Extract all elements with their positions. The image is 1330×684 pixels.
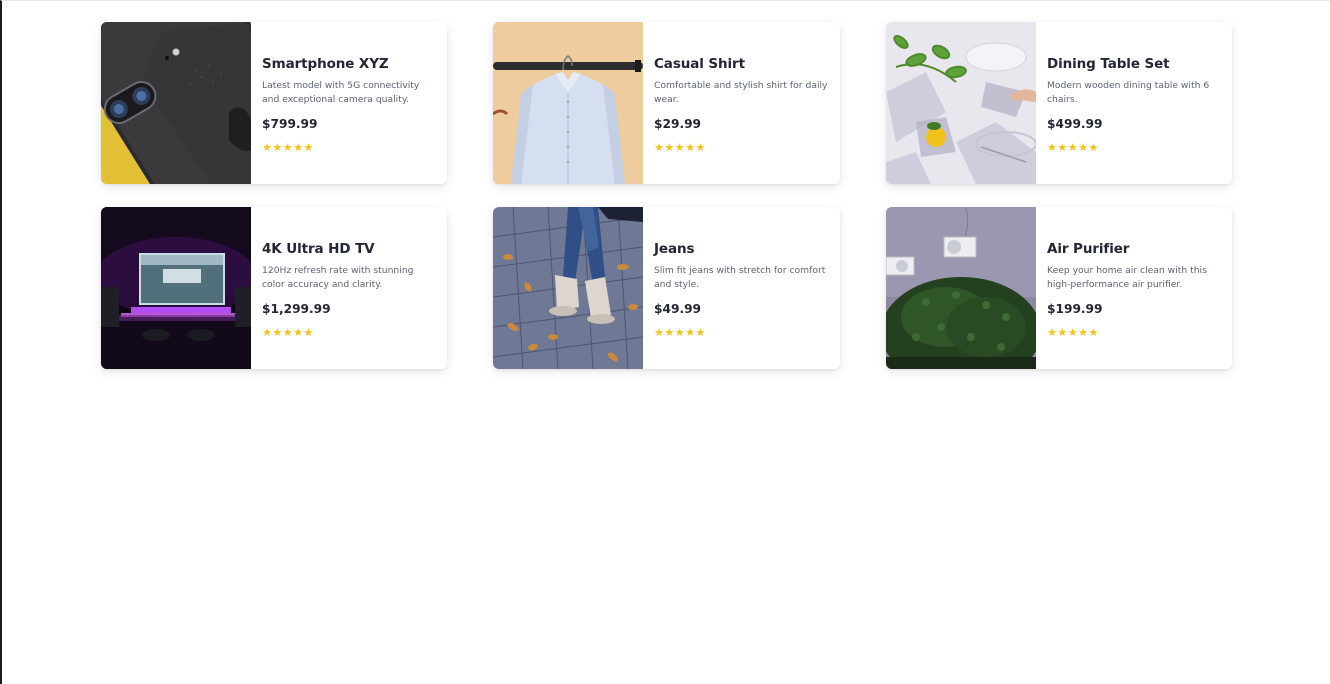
product-info: Air Purifier Keep your home air clean wi… [1036, 207, 1232, 369]
product-price: $1,299.99 [262, 302, 331, 316]
product-info: Dining Table Set Modern wooden dining ta… [1036, 22, 1232, 184]
product-price: $199.99 [1047, 302, 1103, 316]
product-image-air-purifier[interactable] [886, 207, 1036, 369]
product-image-smartphone[interactable] [101, 22, 251, 184]
product-image-jeans[interactable] [493, 207, 643, 369]
product-info: Casual Shirt Comfortable and stylish shi… [643, 22, 840, 184]
star-rating-icon: ★★★★★ [1047, 141, 1099, 154]
product-name[interactable]: Smartphone XYZ [262, 55, 437, 73]
tv-photo-icon [101, 207, 251, 369]
product-card[interactable]: Casual Shirt Comfortable and stylish shi… [493, 22, 840, 184]
jeans-photo-icon [493, 207, 643, 369]
star-rating-icon: ★★★★★ [654, 326, 706, 339]
smartphone-photo-icon [101, 22, 251, 184]
product-price: $49.99 [654, 302, 702, 316]
star-rating-icon: ★★★★★ [654, 141, 706, 154]
product-card[interactable]: 4K Ultra HD TV 120Hz refresh rate with s… [101, 207, 447, 369]
product-name[interactable]: Casual Shirt [654, 55, 830, 73]
product-card[interactable]: Smartphone XYZ Latest model with 5G conn… [101, 22, 447, 184]
product-description: Modern wooden dining table with 6 chairs… [1047, 80, 1210, 105]
product-description: 120Hz refresh rate with stunning color a… [262, 265, 414, 290]
product-info: 4K Ultra HD TV 120Hz refresh rate with s… [251, 207, 447, 369]
product-grid: Smartphone XYZ Latest model with 5G conn… [101, 22, 1232, 369]
star-rating-icon: ★★★★★ [1047, 326, 1099, 339]
product-description: Keep your home air clean with this high-… [1047, 265, 1207, 290]
product-card[interactable]: Dining Table Set Modern wooden dining ta… [886, 22, 1232, 184]
product-description: Latest model with 5G connectivity and ex… [262, 80, 420, 105]
product-price: $29.99 [654, 117, 702, 131]
product-name[interactable]: 4K Ultra HD TV [262, 240, 437, 258]
product-description: Comfortable and stylish shirt for daily … [654, 80, 828, 105]
product-image-dining-table[interactable] [886, 22, 1036, 184]
product-price: $499.99 [1047, 117, 1103, 131]
air-purifier-photo-icon [886, 207, 1036, 369]
dining-table-photo-icon [886, 22, 1036, 184]
product-name[interactable]: Air Purifier [1047, 240, 1222, 258]
star-rating-icon: ★★★★★ [262, 141, 314, 154]
product-image-shirt[interactable] [493, 22, 643, 184]
star-rating-icon: ★★★★★ [262, 326, 314, 339]
shirt-photo-icon [493, 22, 643, 184]
product-name[interactable]: Dining Table Set [1047, 55, 1222, 73]
product-info: Jeans Slim fit jeans with stretch for co… [643, 207, 840, 369]
product-info: Smartphone XYZ Latest model with 5G conn… [251, 22, 447, 184]
product-name[interactable]: Jeans [654, 240, 830, 258]
product-image-tv[interactable] [101, 207, 251, 369]
product-description: Slim fit jeans with stretch for comfort … [654, 265, 826, 290]
product-card[interactable]: Air Purifier Keep your home air clean wi… [886, 207, 1232, 369]
product-price: $799.99 [262, 117, 318, 131]
product-card[interactable]: Jeans Slim fit jeans with stretch for co… [493, 207, 840, 369]
